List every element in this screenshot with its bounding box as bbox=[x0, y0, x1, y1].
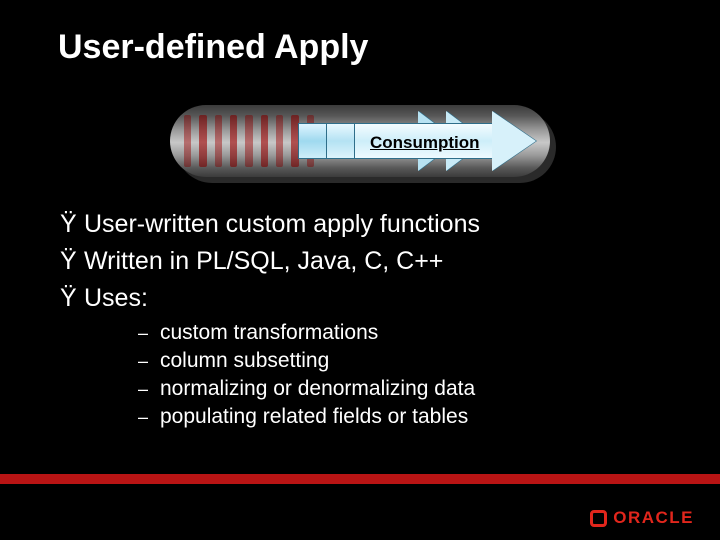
sub-bullet-list: – custom transformations – column subset… bbox=[138, 321, 660, 429]
bullet-marker: Ÿ bbox=[60, 210, 84, 239]
sub-bullet-text: column subsetting bbox=[160, 349, 329, 373]
bullet-text: User-written custom apply functions bbox=[84, 210, 480, 239]
bullet-list: Ÿ User-written custom apply functions Ÿ … bbox=[60, 210, 660, 433]
stripe-decor bbox=[184, 115, 314, 167]
sub-bullet-item: – column subsetting bbox=[138, 349, 660, 373]
arrow-stack: Consumption bbox=[298, 111, 548, 171]
sub-bullet-item: – custom transformations bbox=[138, 321, 660, 345]
consumption-graphic: Consumption bbox=[170, 105, 550, 177]
bullet-text: Uses: bbox=[84, 284, 148, 313]
sub-bullet-text: custom transformations bbox=[160, 321, 378, 345]
graphic-label: Consumption bbox=[370, 133, 480, 153]
bullet-marker: Ÿ bbox=[60, 284, 84, 313]
bullet-text: Written in PL/SQL, Java, C, C++ bbox=[84, 247, 443, 276]
oracle-logo-text: ORACLE bbox=[613, 508, 694, 528]
footer: ORACLE bbox=[0, 484, 720, 540]
sub-bullet-marker: – bbox=[138, 407, 160, 428]
sub-bullet-marker: – bbox=[138, 323, 160, 344]
sub-bullet-item: – populating related fields or tables bbox=[138, 405, 660, 429]
pill-body: Consumption bbox=[170, 105, 550, 177]
bullet-item: Ÿ Uses: bbox=[60, 284, 660, 313]
sub-bullet-item: – normalizing or denormalizing data bbox=[138, 377, 660, 401]
oracle-logo: ORACLE bbox=[590, 508, 694, 528]
bullet-item: Ÿ User-written custom apply functions bbox=[60, 210, 660, 239]
sub-bullet-marker: – bbox=[138, 379, 160, 400]
bullet-item: Ÿ Written in PL/SQL, Java, C, C++ bbox=[60, 247, 660, 276]
oracle-logo-icon bbox=[590, 510, 607, 527]
sub-bullet-text: normalizing or denormalizing data bbox=[160, 377, 475, 401]
slide: User-defined Apply Consumption Ÿ User-wr… bbox=[0, 0, 720, 540]
sub-bullet-text: populating related fields or tables bbox=[160, 405, 468, 429]
slide-title: User-defined Apply bbox=[58, 28, 368, 67]
bullet-marker: Ÿ bbox=[60, 247, 84, 276]
sub-bullet-marker: – bbox=[138, 351, 160, 372]
